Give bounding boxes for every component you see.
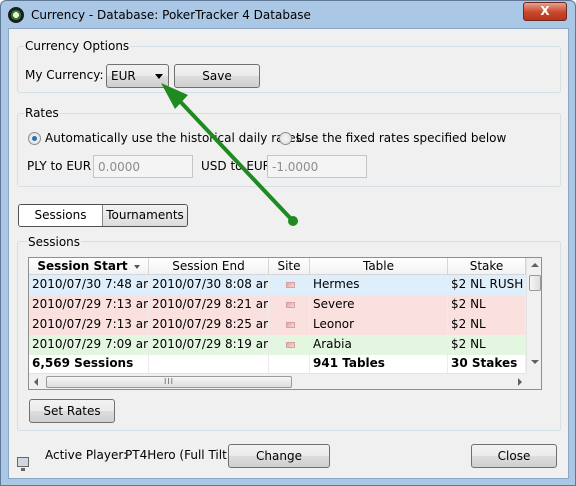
window-title: Currency - Database: PokerTracker 4 Data… [31, 8, 311, 22]
horizontal-scrollbar[interactable]: III [29, 373, 541, 389]
column-session-end[interactable]: Session End [149, 258, 269, 275]
chevron-down-icon [155, 74, 163, 79]
title-bar[interactable]: Currency - Database: PokerTracker 4 Data… [1, 1, 575, 29]
site-flag-icon [286, 322, 295, 328]
scrollbar-corner [526, 373, 541, 389]
cell-session-start: 2010/07/30 7:48 am [29, 275, 149, 295]
cell-session-start: 2010/07/29 7:09 am [29, 335, 149, 355]
close-button[interactable]: Close [471, 444, 557, 468]
table-row[interactable]: 2010/07/29 7:09 am 2010/07/29 8:19 am Ar… [29, 335, 526, 355]
cell-session-end: 2010/07/29 8:19 am [149, 335, 269, 355]
radio-auto-rates-label[interactable]: Automatically use the historical daily r… [45, 131, 302, 145]
active-player-label: Active Player: [45, 448, 128, 462]
column-table[interactable]: Table [310, 258, 448, 275]
cell-stake: $2 NL [448, 335, 526, 355]
sessions-label: Sessions [27, 235, 82, 249]
cell-site [269, 275, 310, 295]
site-flag-icon [286, 302, 295, 308]
summary-empty [269, 355, 310, 373]
cell-site [269, 295, 310, 315]
table-row[interactable]: 2010/07/29 7:13 am 2010/07/29 8:21 am Se… [29, 295, 526, 315]
column-site[interactable]: Site [269, 258, 310, 275]
scroll-up-icon[interactable] [531, 263, 539, 267]
table-row[interactable]: 2010/07/30 7:48 am 2010/07/30 8:08 am He… [29, 275, 526, 295]
vertical-scroll-thumb[interactable] [529, 275, 541, 291]
cell-session-start: 2010/07/29 7:13 am [29, 295, 149, 315]
cell-stake: $2 NL RUSH [448, 275, 526, 295]
summary-stakes-count: 30 Stakes [448, 355, 526, 373]
sessions-table: Session Start Session End Site Table Sta… [28, 257, 542, 390]
table-header: Session Start Session End Site Table Sta… [29, 258, 526, 275]
currency-dropdown-value: EUR [111, 69, 136, 83]
site-flag-icon [286, 342, 295, 348]
horizontal-scroll-thumb[interactable]: III [46, 376, 292, 388]
currency-dropdown[interactable]: EUR [106, 64, 169, 88]
usd-to-eur-label: USD to EUR [201, 159, 272, 173]
cell-session-end: 2010/07/29 8:25 am [149, 315, 269, 335]
radio-fixed-rates[interactable] [279, 132, 292, 145]
window-close-button[interactable]: X [523, 2, 567, 21]
save-button[interactable]: Save [174, 64, 260, 88]
usd-to-eur-field[interactable]: -1.0000 [267, 155, 367, 178]
ply-to-eur-field[interactable]: 0.0000 [93, 155, 193, 178]
cell-site [269, 315, 310, 335]
currency-window: Currency - Database: PokerTracker 4 Data… [0, 0, 576, 486]
rates-label: Rates [24, 106, 60, 120]
summary-sessions-count: 6,569 Sessions [29, 355, 149, 373]
column-label: Session Start [37, 259, 128, 273]
scroll-right-icon[interactable] [518, 378, 522, 386]
cell-table: Severe [310, 295, 448, 315]
radio-auto-rates[interactable] [28, 132, 41, 145]
cell-stake: $2 NL [448, 315, 526, 335]
vertical-scrollbar[interactable] [526, 258, 541, 373]
pokertracker-logo-icon [8, 7, 24, 23]
monitor-icon [17, 457, 29, 471]
summary-empty [149, 355, 269, 373]
column-session-start[interactable]: Session Start [29, 258, 149, 275]
dialog-client-area: Currency Options My Currency: EUR Save R… [8, 28, 569, 479]
my-currency-label: My Currency: [25, 68, 104, 82]
ply-to-eur-label: PLY to EUR [27, 159, 92, 173]
tab-tournaments[interactable]: Tournaments [103, 205, 187, 226]
cell-session-end: 2010/07/30 8:08 am [149, 275, 269, 295]
table-summary-row: 6,569 Sessions 941 Tables 30 Stakes [29, 355, 526, 373]
site-flag-icon [286, 282, 295, 288]
tab-sessions[interactable]: Sessions [19, 205, 103, 226]
cell-site [269, 335, 310, 355]
cell-table: Leonor [310, 315, 448, 335]
cell-stake: $2 NL [448, 295, 526, 315]
table-row[interactable]: 2010/07/29 7:13 am 2010/07/29 8:25 am Le… [29, 315, 526, 335]
scroll-down-icon[interactable] [531, 360, 539, 364]
sort-descending-icon [133, 264, 140, 269]
cell-session-end: 2010/07/29 8:21 am [149, 295, 269, 315]
summary-tables-count: 941 Tables [310, 355, 448, 373]
active-player-value: PT4Hero (Full Tilt) [125, 448, 232, 462]
column-stake[interactable]: Stake [448, 258, 526, 275]
set-rates-button[interactable]: Set Rates [29, 399, 115, 423]
radio-fixed-rates-label[interactable]: Use the fixed rates specified below [296, 131, 506, 145]
cell-table: Arabia [310, 335, 448, 355]
currency-options-label: Currency Options [24, 39, 131, 53]
cell-table: Hermes [310, 275, 448, 295]
scroll-left-icon[interactable] [34, 378, 38, 386]
cell-session-start: 2010/07/29 7:13 am [29, 315, 149, 335]
view-tabs: Sessions Tournaments [18, 204, 188, 227]
change-player-button[interactable]: Change [228, 444, 330, 468]
